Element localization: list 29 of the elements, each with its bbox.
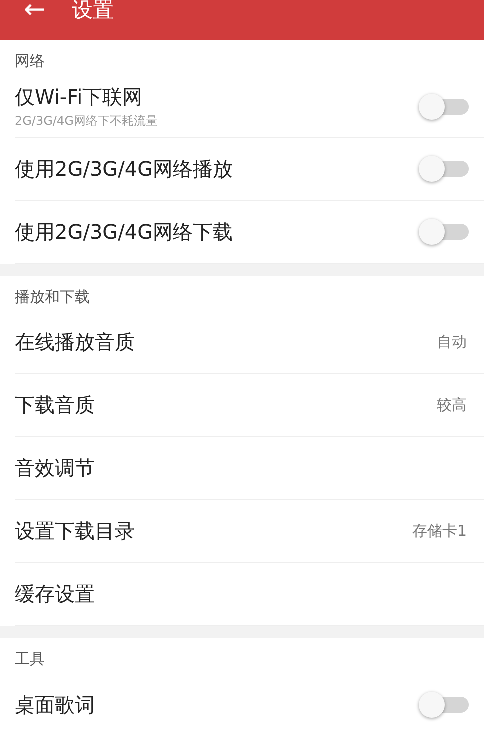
- setting-label: 缓存设置: [15, 580, 95, 608]
- page-title: 设置: [72, 0, 114, 20]
- settings-row[interactable]: 使用2G/3G/4G网络播放: [15, 138, 484, 201]
- settings-row[interactable]: 下载音质 较高: [15, 374, 484, 437]
- section-header: 播放和下载: [14, 287, 91, 308]
- section-header: 网络: [14, 51, 46, 72]
- setting-label: 下载音质: [15, 392, 95, 418]
- setting-description: 2G/3G/4G网络下不耗流量: [15, 112, 158, 130]
- setting-value: 自动: [437, 333, 467, 352]
- toggle-switch[interactable]: [419, 94, 469, 120]
- setting-label: 在线播放音质: [15, 329, 135, 356]
- setting-label: 设置下载目录: [15, 518, 135, 544]
- toggle-switch[interactable]: [419, 156, 469, 182]
- back-button[interactable]: ←: [24, 0, 46, 20]
- settings-row[interactable]: 在线播放音质 自动: [15, 312, 484, 374]
- setting-label: 使用2G/3G/4G网络播放: [15, 156, 234, 182]
- setting-value: 存储卡1: [412, 522, 467, 540]
- settings-row[interactable]: 设置下载目录 存储卡1: [15, 500, 484, 563]
- settings-row[interactable]: 桌面歌词: [15, 674, 484, 736]
- setting-label: 桌面歌词: [15, 692, 95, 718]
- setting-label: 音效调节: [15, 454, 95, 482]
- settings-row[interactable]: 音效调节: [15, 437, 484, 500]
- settings-row[interactable]: 仅Wi-Fi下联网 2G/3G/4G网络下不耗流量: [15, 76, 484, 138]
- toggle-switch[interactable]: [419, 692, 469, 718]
- setting-value: 较高: [437, 396, 467, 414]
- setting-label: 使用2G/3G/4G网络下载: [15, 218, 234, 246]
- setting-label: 仅Wi-Fi下联网: [15, 84, 144, 110]
- toggle-switch[interactable]: [419, 219, 469, 245]
- section-header: 工具: [14, 649, 46, 670]
